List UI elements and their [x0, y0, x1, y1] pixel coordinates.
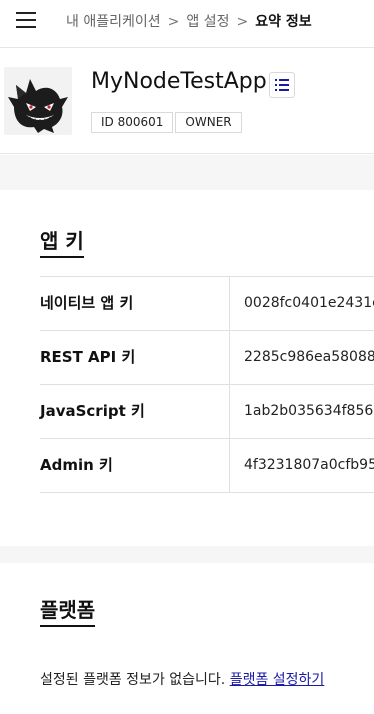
table-row: REST API 키 2285c986ea58088a: [40, 331, 374, 385]
breadcrumb-separator: >: [167, 14, 180, 30]
app-badges: ID 800601 OWNER: [91, 112, 242, 133]
breadcrumb-separator: >: [236, 14, 249, 30]
app-name: MyNodeTestApp: [91, 69, 267, 94]
role-badge: OWNER: [175, 112, 242, 133]
key-value-rest-api[interactable]: 2285c986ea58088a: [244, 331, 374, 384]
app-id-badge: ID 800601: [91, 112, 174, 133]
key-label-javascript: JavaScript 키: [40, 385, 230, 438]
table-row: 네이티브 앱 키 0028fc0401e2431e8: [40, 277, 374, 331]
key-label-admin: Admin 키: [40, 439, 230, 492]
key-label-rest-api: REST API 키: [40, 331, 230, 384]
app-keys-table: 네이티브 앱 키 0028fc0401e2431e8 REST API 키 22…: [40, 276, 374, 493]
app-list-button[interactable]: [269, 72, 295, 98]
menu-icon-line: [16, 19, 36, 21]
key-value-admin[interactable]: 4f3231807a0cfb95a: [244, 439, 374, 492]
platform-title: 플랫폼: [40, 598, 96, 627]
app-avatar: [4, 67, 72, 135]
menu-icon-line: [16, 12, 36, 14]
key-value-native[interactable]: 0028fc0401e2431e8: [244, 277, 374, 330]
platform-empty-text: 설정된 플랫폼 정보가 없습니다.: [40, 672, 226, 688]
section-divider: [0, 155, 374, 190]
breadcrumb: 내 애플리케이션 > 앱 설정 > 요약 정보: [66, 11, 312, 31]
platform-empty-message: 설정된 플랫폼 정보가 없습니다. 플랫폼 설정하기: [40, 669, 324, 689]
ghost-character-icon: [8, 79, 68, 133]
table-row: JavaScript 키 1ab2b035634f8568: [40, 385, 374, 439]
menu-icon-line: [16, 26, 36, 28]
app-header: MyNodeTestApp ID 800601 OWNER: [0, 49, 374, 154]
key-label-native: 네이티브 앱 키: [40, 277, 230, 330]
section-divider: [0, 546, 374, 563]
menu-icon[interactable]: [16, 11, 36, 29]
table-row: Admin 키 4f3231807a0cfb95a: [40, 439, 374, 493]
top-bar: 내 애플리케이션 > 앱 설정 > 요약 정보: [0, 0, 374, 48]
breadcrumb-current: 요약 정보: [255, 14, 312, 30]
key-value-javascript[interactable]: 1ab2b035634f8568: [244, 385, 374, 438]
app-keys-title: 앱 키: [40, 229, 84, 258]
list-icon: [275, 79, 289, 91]
platform-settings-link[interactable]: 플랫폼 설정하기: [230, 672, 325, 688]
breadcrumb-item-my-apps[interactable]: 내 애플리케이션: [66, 14, 161, 30]
breadcrumb-item-app-settings[interactable]: 앱 설정: [186, 14, 229, 30]
